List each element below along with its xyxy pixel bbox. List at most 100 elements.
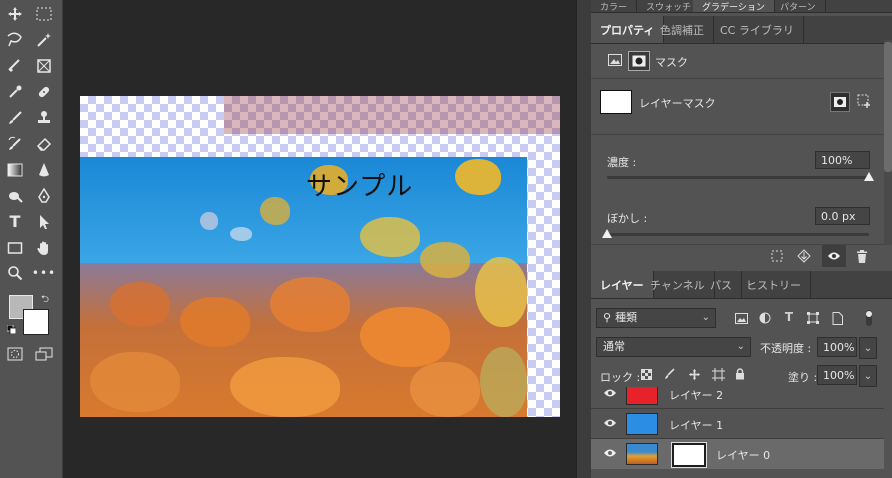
visibility-eye-icon[interactable]: [603, 418, 617, 431]
lock-all-icon[interactable]: [733, 366, 747, 382]
layer-mask-icon[interactable]: [628, 51, 650, 71]
flower: [420, 242, 470, 278]
magic-wand-tool-icon[interactable]: [31, 29, 57, 51]
fill-field[interactable]: 100%: [817, 365, 857, 385]
background-color-swatch[interactable]: [23, 309, 49, 335]
stamp-tool-icon[interactable]: [31, 107, 57, 129]
delete-mask-icon[interactable]: [853, 247, 871, 265]
layer-mask-thumbnail[interactable]: [671, 442, 707, 468]
layer-name[interactable]: レイヤー 2: [669, 387, 723, 403]
tab-adjustments[interactable]: 色調補正: [651, 16, 714, 43]
density-field[interactable]: 100%: [815, 151, 870, 169]
lasso-tool-icon[interactable]: [2, 29, 28, 51]
opacity-chevron-icon[interactable]: ⌄: [859, 337, 877, 359]
type-tool-icon[interactable]: T: [2, 211, 28, 233]
lock-image-pixels-icon[interactable]: [663, 367, 677, 381]
visibility-eye-icon[interactable]: [603, 388, 617, 401]
sample-text-layer[interactable]: サンプル: [306, 166, 413, 203]
tab-cc-libraries[interactable]: CC ライブラリ: [711, 16, 804, 43]
flower: [360, 307, 450, 367]
screen-mode-icon[interactable]: [31, 343, 57, 365]
quick-mask-icon[interactable]: [2, 343, 28, 365]
layer-name[interactable]: レイヤー 0: [716, 447, 770, 463]
tab-patterns[interactable]: パターン: [771, 0, 826, 13]
lock-artboard-icon[interactable]: [710, 366, 726, 382]
toggle-mask-visibility-icon[interactable]: [822, 245, 846, 267]
gradient-tool-icon[interactable]: [2, 159, 28, 181]
flower: [90, 352, 180, 412]
rectangle-tool-icon[interactable]: [2, 237, 28, 259]
tab-paths[interactable]: パス: [701, 271, 742, 298]
panel-dock-strip: [576, 0, 591, 478]
layer-row-0[interactable]: レイヤー 0: [591, 438, 884, 469]
density-slider-knob[interactable]: [864, 172, 874, 181]
move-tool-icon[interactable]: [2, 3, 28, 25]
default-colors-icon[interactable]: [6, 324, 17, 335]
load-selection-icon[interactable]: [768, 247, 786, 265]
history-brush-icon[interactable]: [2, 133, 28, 155]
tab-swatches[interactable]: スウォッチ: [637, 0, 702, 13]
visibility-eye-icon[interactable]: [603, 448, 617, 461]
dodge-tool-icon[interactable]: [2, 185, 28, 207]
properties-tabbar: プロパティ 色調補正 CC ライブラリ: [591, 16, 892, 44]
apply-mask-icon[interactable]: [795, 247, 813, 265]
filter-toggle-icon[interactable]: [862, 307, 876, 329]
tab-color[interactable]: カラー: [591, 0, 638, 13]
flower: [230, 227, 252, 241]
chevron-down-icon: ⌄: [736, 341, 745, 352]
mask-fill: [674, 445, 704, 465]
path-select-tool-icon[interactable]: [31, 211, 57, 233]
feather-field[interactable]: 0.0 px: [815, 207, 870, 225]
feather-slider-track[interactable]: [607, 233, 869, 236]
marquee-tool-icon[interactable]: [31, 3, 57, 25]
tab-history[interactable]: ヒストリー: [737, 271, 811, 298]
filter-pixel-icon[interactable]: [733, 310, 749, 326]
properties-scroll-thumb[interactable]: [884, 42, 892, 172]
chevron-down-icon: ⌄: [701, 312, 710, 323]
canvas[interactable]: サンプル: [80, 96, 560, 417]
divider: [591, 78, 892, 79]
tools-panel: T ••• ⮌: [0, 0, 63, 478]
flower: [200, 212, 218, 230]
flower: [270, 277, 350, 332]
add-vector-mask-icon[interactable]: [856, 93, 872, 109]
lock-position-icon[interactable]: [686, 366, 702, 382]
filter-type-icon[interactable]: T: [781, 309, 797, 325]
fill-chevron-icon[interactable]: ⌄: [859, 365, 877, 387]
color-tabbar: カラー スウォッチ グラデーション パターン: [591, 0, 892, 13]
more-tools-icon[interactable]: •••: [31, 262, 57, 284]
filter-adjustment-icon[interactable]: [757, 310, 773, 326]
filter-smart-object-icon[interactable]: [829, 310, 845, 326]
blend-mode-dropdown[interactable]: 通常 ⌄: [596, 337, 751, 357]
pixel-mask-icon[interactable]: [607, 52, 623, 68]
poppy-photo-layer: [80, 157, 527, 417]
blur-tool-icon[interactable]: [31, 159, 57, 181]
feather-slider-knob[interactable]: [602, 229, 612, 238]
add-pixel-mask-icon[interactable]: [830, 92, 850, 112]
layer-list: レイヤー 2 レイヤー 1 レイヤー 0: [591, 387, 884, 478]
opacity-field[interactable]: 100%: [817, 337, 857, 357]
tab-gradients[interactable]: グラデーション: [693, 0, 775, 13]
layer-filter-dropdown[interactable]: ⚲ 種類 ⌄: [596, 308, 716, 328]
layers-tabbar: レイヤー チャンネル パス ヒストリー: [591, 271, 892, 299]
density-label: 濃度 :: [607, 156, 637, 169]
layer-row-1[interactable]: レイヤー 1: [591, 408, 884, 439]
mask-link-icon[interactable]: [661, 439, 665, 469]
layer-name[interactable]: レイヤー 1: [669, 417, 723, 433]
eyedropper-tool-icon[interactable]: [2, 81, 28, 103]
eraser-tool-icon[interactable]: [31, 133, 57, 155]
divider: [591, 134, 892, 135]
layer-thumbnail: [626, 413, 658, 435]
brush-tool-icon[interactable]: [2, 107, 28, 129]
filter-shape-icon[interactable]: [805, 310, 821, 326]
lock-transparent-pixels-icon[interactable]: [639, 367, 653, 381]
pen-tool-icon[interactable]: [31, 185, 57, 207]
frame-tool-icon[interactable]: [31, 55, 57, 77]
healing-brush-icon[interactable]: [31, 81, 57, 103]
hand-tool-icon[interactable]: [31, 237, 57, 259]
layer-row-2[interactable]: レイヤー 2: [591, 387, 884, 409]
swap-colors-icon[interactable]: ⮌: [41, 292, 49, 309]
crop-tool-icon[interactable]: [2, 55, 28, 77]
density-slider-track[interactable]: [607, 176, 869, 179]
zoom-tool-icon[interactable]: [2, 262, 28, 284]
